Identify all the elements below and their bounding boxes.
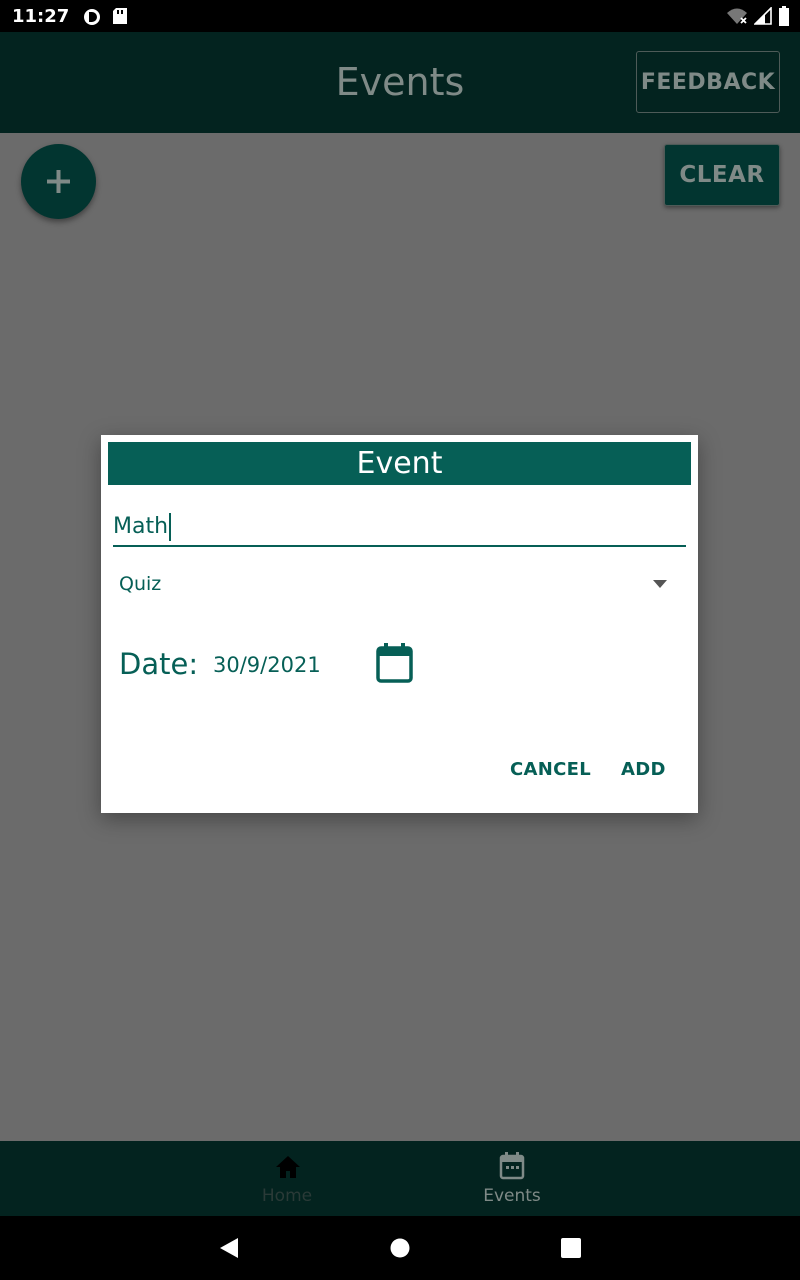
nav-item-home[interactable]: Home [217,1141,357,1216]
cell-signal-icon [753,6,772,30]
sd-card-icon [113,8,129,24]
home-circle-icon[interactable] [390,1238,410,1258]
event-name-value: Math [113,513,172,541]
text-cursor [169,513,172,541]
date-picker-button[interactable] [376,643,416,683]
nav-label-events: Events [483,1186,541,1206]
event-type-select[interactable]: Quiz [113,565,686,605]
bottom-navigation: Home Events [0,1141,800,1216]
dropdown-arrow-icon [653,580,667,588]
date-value: 30/9/2021 [213,653,321,677]
nav-label-home: Home [261,1186,313,1206]
event-name-input[interactable]: Math [113,505,686,547]
event-type-value: Quiz [119,573,162,595]
event-dialog: Event Math Quiz Date: 30/9/2021 CANCEL A… [101,435,698,813]
add-event-button[interactable] [21,144,96,219]
home-icon [276,1156,300,1178]
feedback-button[interactable]: FEEDBACK [636,51,780,113]
back-icon[interactable] [219,1237,239,1259]
cancel-button[interactable]: CANCEL [510,759,591,780]
clear-button[interactable]: CLEAR [664,144,780,206]
dialog-title: Event [108,442,691,485]
status-bar: 11:27 [0,0,800,32]
plus-icon [47,170,70,193]
wifi-icon [726,7,748,30]
date-label: Date: [119,647,199,681]
add-button[interactable]: ADD [621,759,666,780]
calendar-icon [376,643,413,683]
calendar-icon [499,1152,525,1180]
status-time: 11:27 [12,5,70,27]
battery-icon [778,6,790,31]
notification-app-icon [83,8,101,25]
recents-icon[interactable] [561,1238,581,1258]
nav-item-events[interactable]: Events [442,1141,582,1216]
system-navigation-bar [0,1216,800,1280]
